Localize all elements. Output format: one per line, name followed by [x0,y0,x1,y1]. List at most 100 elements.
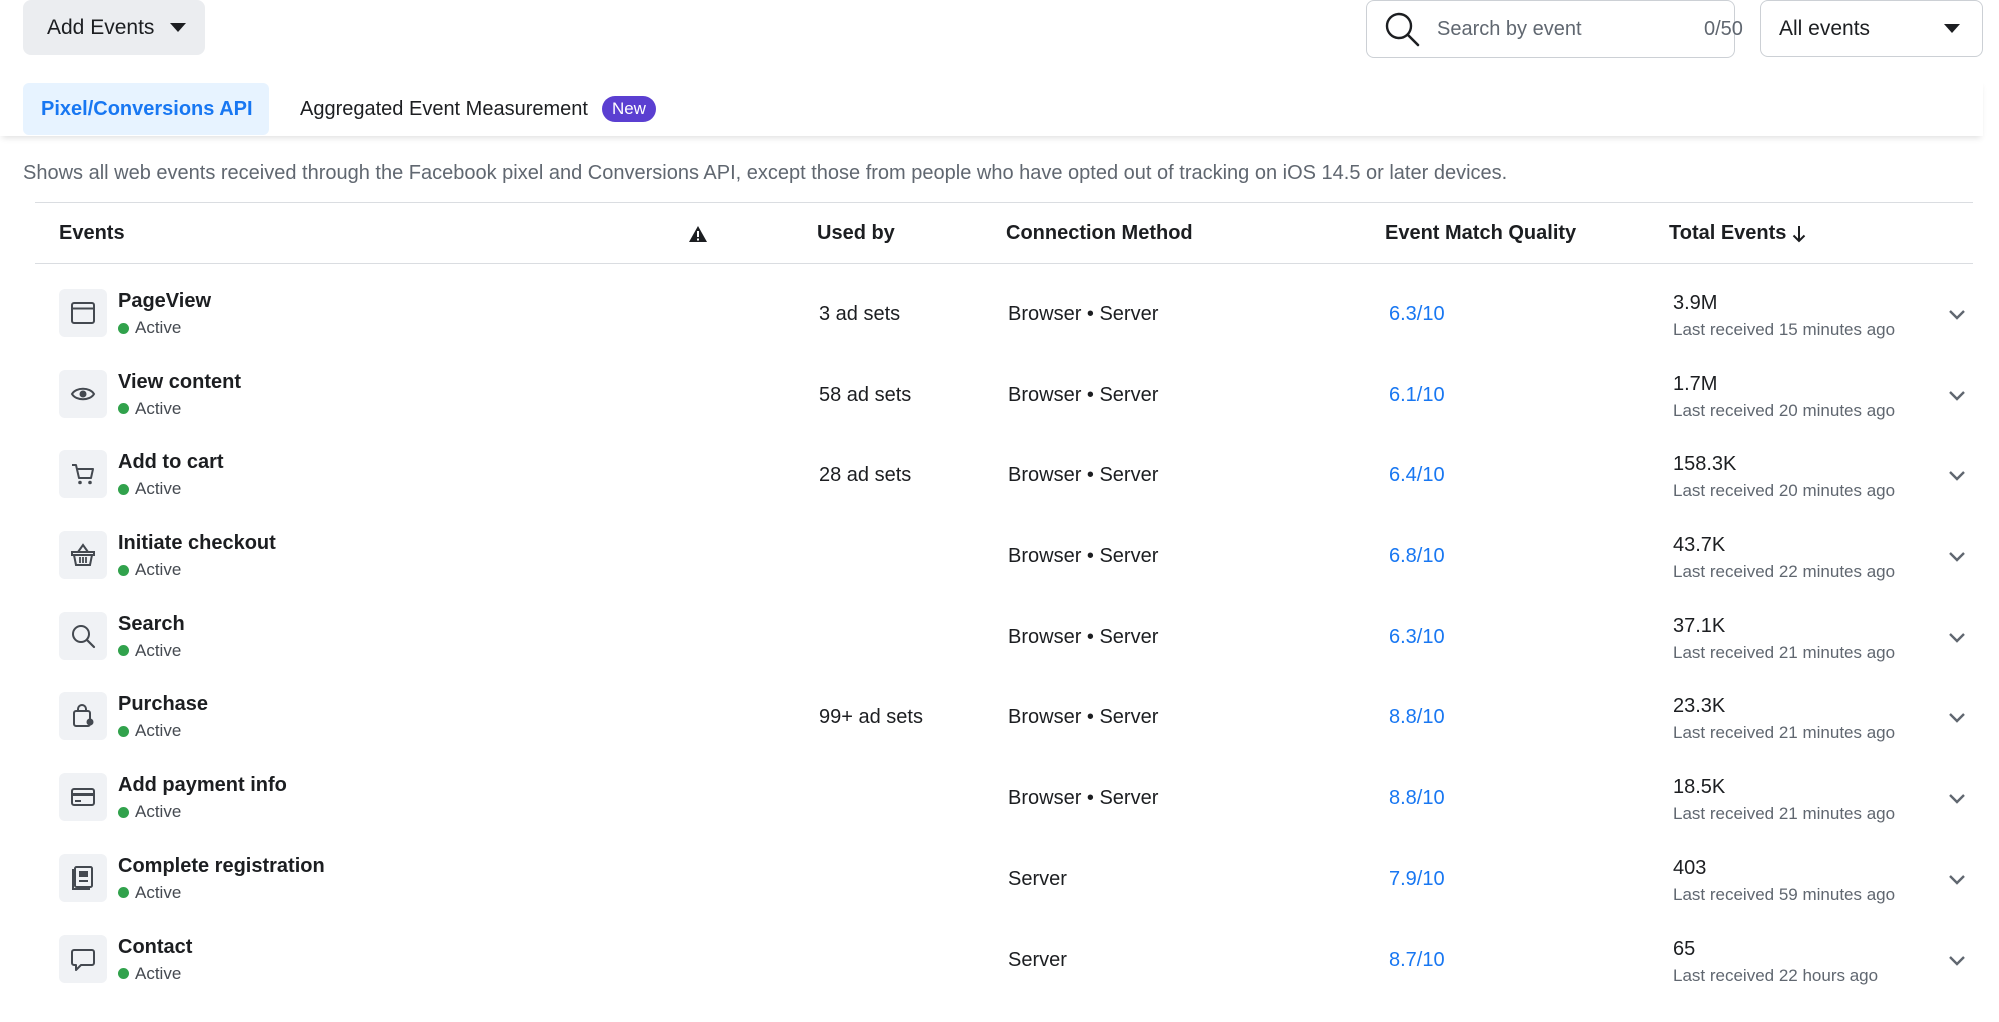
table-row[interactable]: Initiate checkout Active Browser • Serve… [35,518,1973,599]
last-received: Last received 15 minutes ago [1673,320,1896,339]
table-row[interactable]: Add payment info Active Browser • Server… [35,760,1973,841]
last-received: Last received 22 minutes ago [1673,562,1896,582]
connection-method: Browser • Server [1008,464,1159,487]
connection-method: Browser • Server [1008,383,1159,406]
status-dot [118,725,129,737]
last-received: Last received 22 hours ago [1673,965,1879,985]
table-header: Events Used by Connection Method Event M… [35,202,1973,264]
credit-card-icon [59,773,107,822]
tabs-bar: Pixel/Conversions API Aggregated Event M… [0,80,1983,136]
chevron-down-icon[interactable] [1947,869,1967,889]
status-dot [118,968,129,979]
status-text: Active [135,963,182,983]
event-match-quality-link[interactable]: 6.8/10 [1389,545,1445,568]
search-icon [59,611,107,660]
search-character-count: 0/50 [1704,17,1743,40]
tab-pixel-conversions-api[interactable]: Pixel/Conversions API [23,83,269,135]
event-match-quality-link[interactable]: 8.8/10 [1389,706,1445,729]
connection-method: Server [1008,867,1067,890]
shopping-bag-icon [59,692,107,741]
total-events: 18.5K [1673,776,1726,799]
eye-icon [59,369,107,418]
used-by: 99+ ad sets [819,706,923,729]
events-filter-value: All events [1779,16,1871,40]
table-row[interactable]: Contact Active Server 8.7/10 65 Last rec… [35,922,1973,1003]
tab-aggregated-event-measurement[interactable]: Aggregated Event Measurement New [300,83,656,135]
sort-descending-icon [1793,225,1806,242]
total-events: 3.9M [1673,292,1718,314]
event-name: Contact [118,935,193,958]
event-match-quality-link[interactable]: 6.1/10 [1389,384,1445,407]
table-row[interactable]: Purchase Active 99+ ad sets Browser • Se… [35,679,1973,760]
total-events: 65 [1673,937,1696,960]
status-text: Active [135,318,182,337]
last-received: Last received 21 minutes ago [1673,642,1896,662]
event-match-quality-link[interactable]: 6.3/10 [1389,626,1445,649]
chevron-down-icon[interactable] [1947,627,1967,647]
used-by: 58 ad sets [819,383,912,406]
header-total-events[interactable]: Total Events [1669,203,1806,264]
tab-label: Pixel/Conversions API [41,97,253,120]
total-events: 1.7M [1673,372,1718,395]
header-total-events-label: Total Events [1669,222,1787,244]
chevron-down-icon[interactable] [1947,385,1967,405]
table-row[interactable]: Search Active Browser • Server 6.3/10 37… [35,599,1973,680]
status-badge: Active [118,318,181,338]
table-body: PageView Active 3 ad sets Browser • Serv… [35,276,1973,1002]
browser-window-icon [59,289,107,337]
search-box[interactable]: 0/50 [1366,0,1743,58]
chevron-down-icon[interactable] [1947,788,1967,808]
status-badge: Active [118,399,181,419]
search-icon [1385,12,1420,47]
events-filter-dropdown[interactable]: All events [1760,0,1983,57]
total-events: 43.7K [1673,534,1726,557]
event-match-quality-link[interactable]: 6.4/10 [1389,464,1445,487]
status-dot [118,887,129,899]
event-name: Complete registration [118,854,325,877]
warning-icon[interactable] [688,203,708,264]
events-table: Events Used by Connection Method Event M… [35,202,1973,1002]
status-dot [118,322,129,334]
total-events: 403 [1673,856,1707,879]
last-received: Last received 59 minutes ago [1673,884,1896,904]
event-match-quality-link[interactable]: 8.7/10 [1389,949,1445,972]
status-badge: Active [118,721,181,741]
status-text: Active [135,721,182,741]
event-match-quality-link[interactable]: 7.9/10 [1389,868,1445,891]
table-row[interactable]: View content Active 58 ad sets Browser •… [35,357,1973,438]
connection-method: Browser • Server [1008,706,1159,729]
chevron-down-icon[interactable] [1947,304,1967,324]
chevron-down-icon[interactable] [1947,465,1967,485]
table-row[interactable]: Complete registration Active Server 7.9/… [35,841,1973,922]
used-by: 28 ad sets [819,464,912,487]
total-events: 37.1K [1673,614,1726,637]
add-events-button[interactable]: Add Events [23,0,205,55]
table-row[interactable]: Add to cart Active 28 ad sets Browser • … [35,437,1973,518]
event-name: Add to cart [118,451,224,474]
status-dot [118,564,129,576]
connection-method: Browser • Server [1008,787,1159,810]
header-used-by: Used by [817,222,895,244]
status-text: Active [135,882,182,902]
chevron-down-icon[interactable] [1947,546,1967,566]
status-text: Active [135,479,182,499]
status-badge: Active [118,964,181,984]
event-match-quality-link[interactable]: 6.3/10 [1389,303,1445,326]
status-dot [118,403,129,415]
connection-method: Server [1008,948,1067,971]
event-match-quality-link[interactable]: 8.8/10 [1389,787,1445,810]
search-input[interactable] [1435,16,1704,42]
total-events: 23.3K [1673,695,1726,718]
header-events: Events [59,222,125,244]
chevron-down-icon[interactable] [1947,707,1967,727]
table-row[interactable]: PageView Active 3 ad sets Browser • Serv… [35,276,1973,357]
event-name: Add payment info [118,774,287,797]
status-dot [118,645,129,657]
status-text: Active [135,640,182,660]
event-name: View content [118,370,241,393]
used-by: 3 ad sets [819,303,901,325]
chevron-down-icon[interactable] [1947,950,1967,970]
toolbar: Add Events 0/50 All events [0,0,1999,80]
connection-method: Browser • Server [1008,545,1159,568]
page-description: Shows all web events received through th… [23,162,1508,184]
